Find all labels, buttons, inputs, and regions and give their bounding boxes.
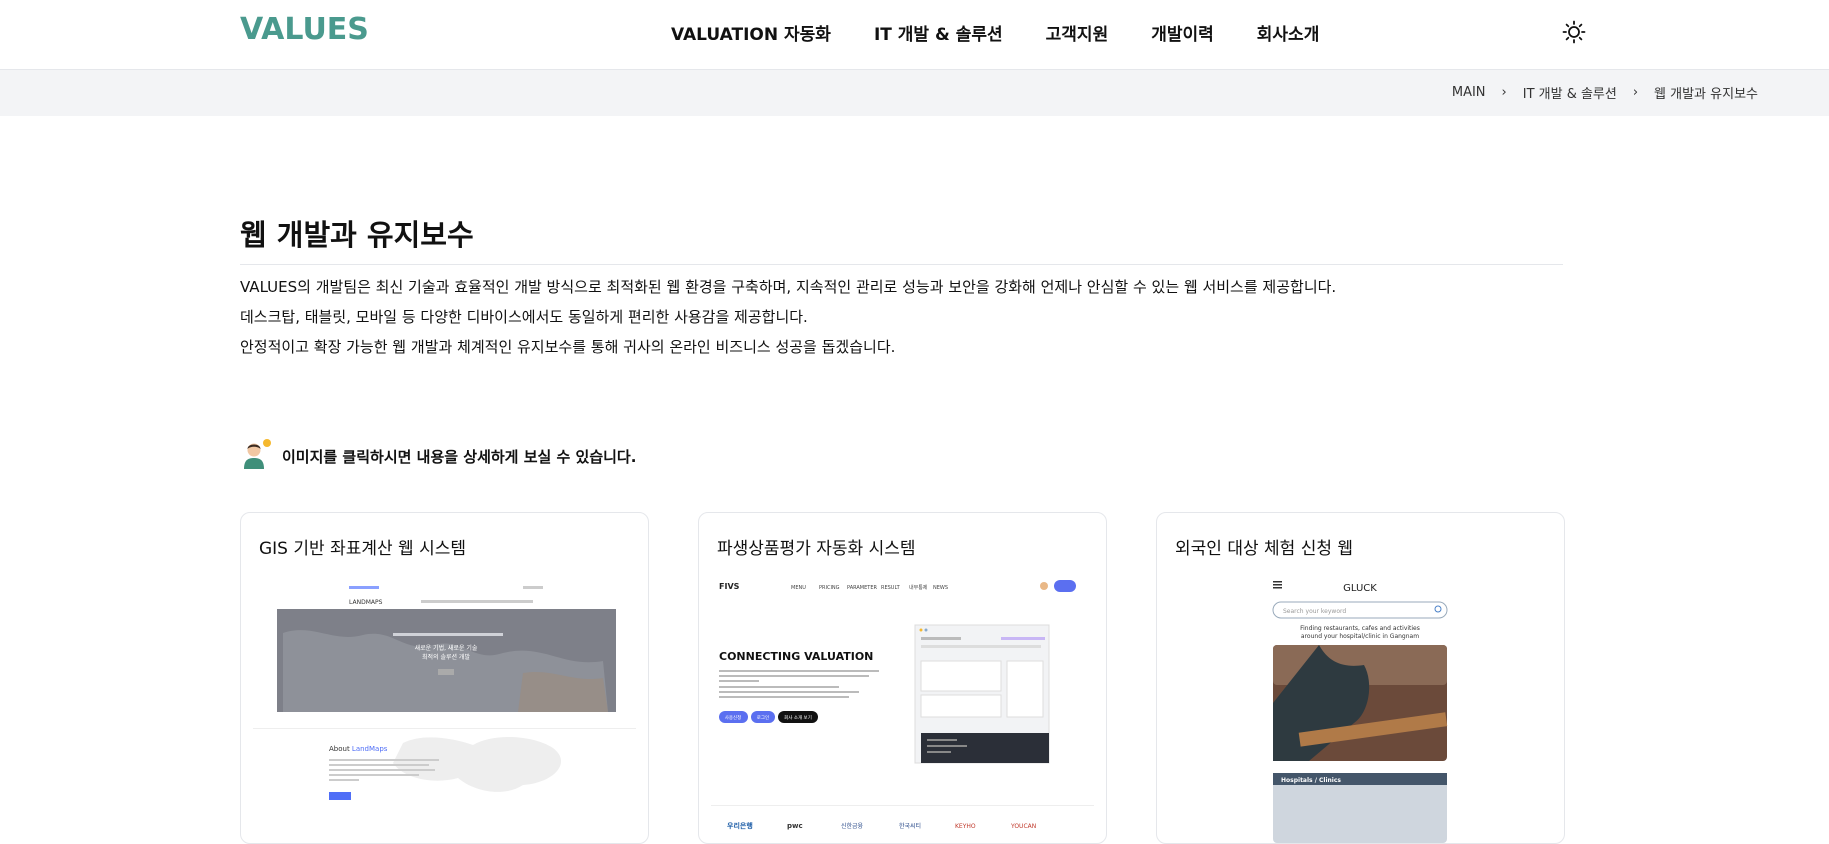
title-divider	[240, 264, 1563, 265]
developer-avatar-icon	[240, 438, 272, 475]
thumb-brand: FIVS	[719, 582, 740, 591]
thumb-menu-item: MENU	[791, 585, 806, 591]
intro-line: 안정적이고 확장 가능한 웹 개발과 체계적인 유지보수를 통해 귀사의 온라인…	[240, 338, 896, 356]
thumb-section: Hospitals / Clinics	[1281, 777, 1341, 784]
partner-logo: KEYHO	[955, 823, 976, 830]
intro-text: VALUES의 개발팀은 최신 기술과 효율적인 개발 방식으로 최적화된 웹 …	[240, 272, 1336, 362]
main-nav: VALUATION 자동화 IT 개발 & 솔루션 고객지원 개발이력 회사소개	[671, 20, 1362, 45]
thumb-button: 회사 소개 보기	[784, 714, 812, 721]
nav-item-valuation[interactable]: VALUATION 자동화	[671, 20, 831, 45]
chevron-right-icon: ›	[1632, 85, 1639, 100]
thumb-button: 사용신청	[725, 714, 742, 721]
partner-logo: YOUCAN	[1010, 823, 1036, 830]
thumb-menu-item: 내부통제	[909, 584, 928, 591]
sun-icon[interactable]	[1562, 20, 1586, 44]
thumb-brand: LANDMAPS	[349, 599, 383, 606]
card-title: 외국인 대상 체험 신청 웹	[1175, 539, 1354, 559]
thumb-hero-line: 최적의 솔루션 개발	[422, 653, 470, 661]
nav-item-support[interactable]: 고객지원	[1046, 20, 1109, 45]
thumb-brand: GLUCK	[1343, 583, 1377, 594]
chevron-right-icon: ›	[1501, 85, 1507, 100]
nav-item-history[interactable]: 개발이력	[1151, 20, 1214, 45]
thumb-about-highlight: LandMaps	[352, 745, 388, 753]
hint-text: 이미지를 클릭하시면 내용을 상세하게 보실 수 있습니다.	[282, 448, 637, 466]
project-card-gluck[interactable]: 외국인 대상 체험 신청 웹 GLUCK Search your keyword…	[1156, 512, 1565, 844]
logo[interactable]: VALUES	[240, 12, 369, 47]
project-thumbnail[interactable]: LANDMAPS 새로운 기법, 새로운 기술 최적의 솔루션 개발 About…	[253, 573, 636, 843]
thumb-tagline: Finding restaurants, cafes and activitie…	[1300, 625, 1420, 632]
thumb-menu-item: RESULT	[881, 585, 901, 591]
partner-logo: 한국씨티	[899, 822, 921, 830]
project-thumbnail[interactable]: FIVS MENU PRICING PARAMETER RESULT 내부통제 …	[711, 573, 1094, 843]
breadcrumb: MAIN › IT 개발 & 솔루션 › 웹 개발과 유지보수	[1452, 83, 1758, 102]
partner-logo: pwc	[787, 822, 803, 830]
card-title: 파생상품평가 자동화 시스템	[717, 539, 916, 559]
thumb-button: 로그인	[757, 714, 769, 721]
project-thumbnail[interactable]: GLUCK Search your keyword Finding restau…	[1169, 573, 1552, 843]
breadcrumb-main[interactable]: MAIN	[1452, 85, 1486, 100]
page-title: 웹 개발과 유지보수	[240, 218, 474, 252]
partner-logo: 신한금융	[841, 822, 864, 830]
site-header: VALUES VALUATION 자동화 IT 개발 & 솔루션 고객지원 개발…	[0, 0, 1829, 70]
nav-item-company[interactable]: 회사소개	[1257, 20, 1320, 45]
thumb-heading: CONNECTING VALUATION	[719, 650, 873, 663]
nav-item-it-dev[interactable]: IT 개발 & 솔루션	[874, 20, 1003, 45]
intro-line: VALUES의 개발팀은 최신 기술과 효율적인 개발 방식으로 최적화된 웹 …	[240, 278, 1337, 296]
breadcrumb-it-dev[interactable]: IT 개발 & 솔루션	[1523, 83, 1617, 102]
card-title: GIS 기반 좌표계산 웹 시스템	[259, 539, 466, 559]
breadcrumb-current: 웹 개발과 유지보수	[1654, 87, 1758, 102]
click-hint: 이미지를 클릭하시면 내용을 상세하게 보실 수 있습니다.	[240, 438, 636, 475]
thumb-menu-item: PARAMETER	[847, 585, 877, 591]
partner-logo: 우리은행	[727, 821, 753, 830]
thumb-menu-item: PRICING	[819, 585, 840, 591]
intro-line: 데스크탑, 태블릿, 모바일 등 다양한 디바이스에서도 동일하게 편리한 사용…	[240, 308, 808, 326]
thumb-about: About	[329, 745, 352, 753]
project-card-gis[interactable]: GIS 기반 좌표계산 웹 시스템 LANDMAPS 새로운 기법, 새로운 기…	[240, 512, 649, 844]
thumb-hero-line: 새로운 기법, 새로운 기술	[415, 644, 478, 652]
thumb-tagline: around your hospital/clinic in Gangnam	[1301, 633, 1419, 640]
project-card-fivs[interactable]: 파생상품평가 자동화 시스템 FIVS MENU PRICING PARAMET…	[698, 512, 1107, 844]
svg-text:About LandMaps: About LandMaps	[329, 745, 388, 753]
thumb-menu-item: NEWS	[933, 585, 948, 591]
thumb-search-placeholder: Search your keyword	[1283, 608, 1346, 615]
breadcrumb-bar: MAIN › IT 개발 & 솔루션 › 웹 개발과 유지보수	[0, 70, 1829, 116]
